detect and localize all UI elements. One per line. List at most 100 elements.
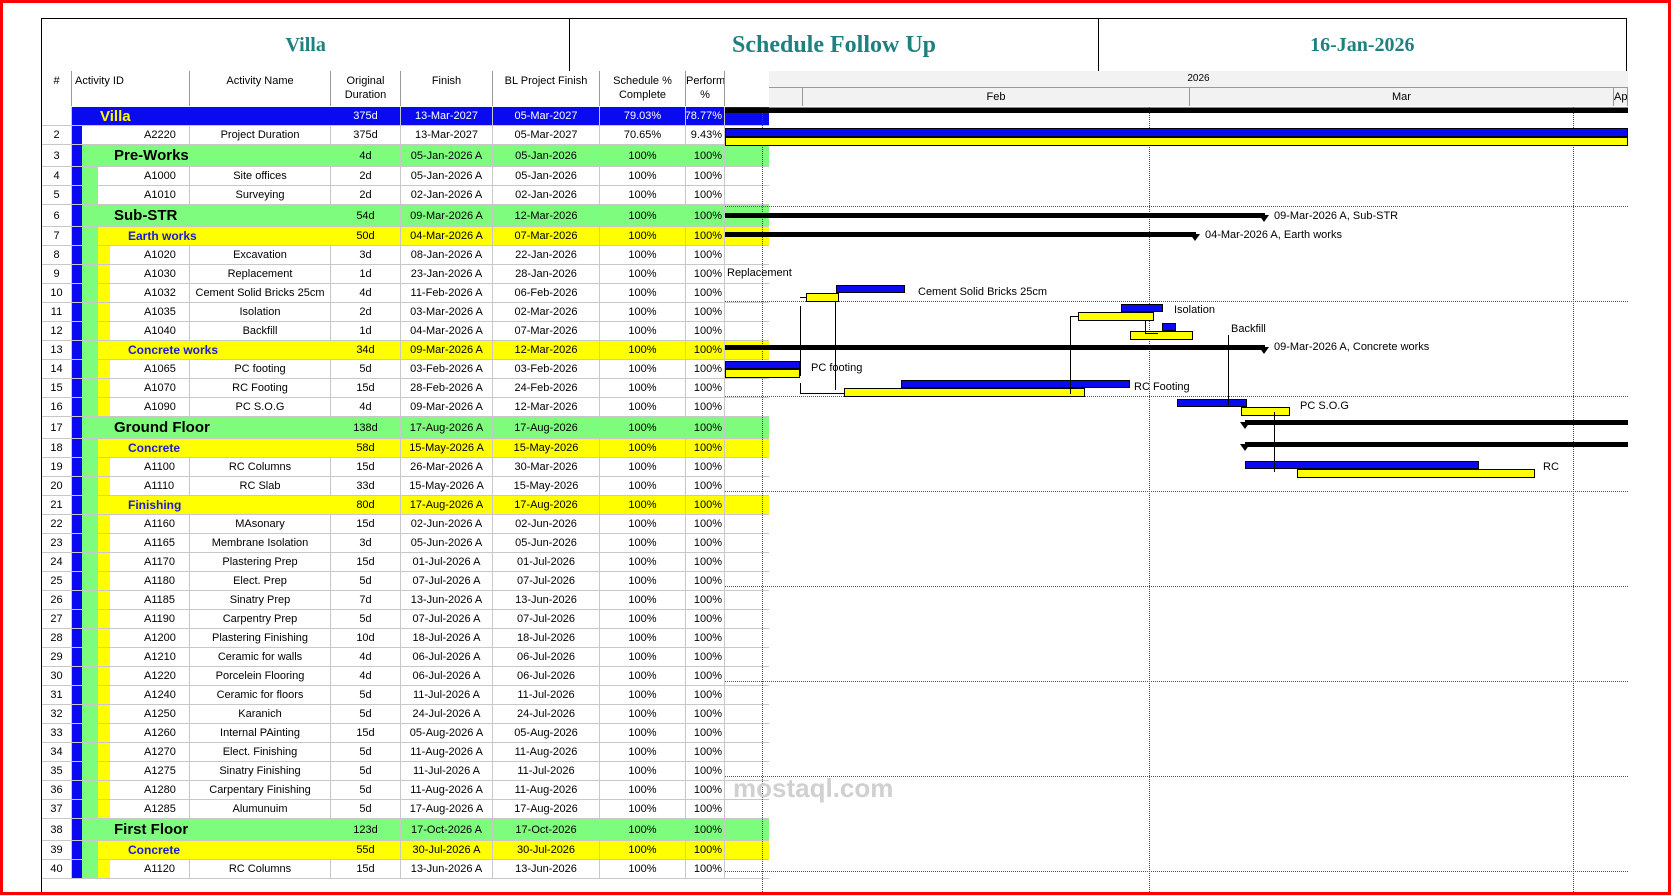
activity-row[interactable]: 33 A1260 Internal PAinting 15d 05-Aug-2026 A… [42, 724, 769, 743]
original-duration: 15d [331, 860, 401, 878]
activity-row[interactable]: 23 A1165 Membrane Isolation 3d 05-Jun-2026 A… [42, 534, 769, 553]
gantt-summary-concrete-works[interactable] [725, 345, 1265, 350]
col-num[interactable]: # [42, 71, 72, 106]
schedule-percent-complete: 100% [600, 781, 686, 799]
activity-row[interactable]: 12 A1040 Backfill 1d 04-Mar-2026 A 07-Mar-202… [42, 322, 769, 341]
gantt-bar-actual-isolation[interactable] [1121, 304, 1163, 312]
schedule-percent-complete: 100% [600, 819, 686, 840]
col-activity-name[interactable]: Activity Name [190, 71, 331, 106]
schedule-percent-complete: 100% [600, 303, 686, 321]
col-performance[interactable]: Performance % [686, 71, 725, 106]
activity-row[interactable]: 19 A1100 RC Columns 15d 26-Mar-2026 A 30-Mar-… [42, 458, 769, 477]
wbs-row[interactable]: 21 Finishing 80d 17-Aug-2026 A 17-Aug-2026 10… [42, 496, 769, 515]
activity-row[interactable]: 29 A1210 Ceramic for walls 4d 06-Jul-2026 A0… [42, 648, 769, 667]
col-bl-finish[interactable]: BL Project Finish [493, 71, 600, 106]
original-duration: 80d [331, 496, 401, 514]
gantt-bar-baseline-project-duration[interactable] [725, 137, 1628, 146]
gantt-summary-end-marker [1259, 347, 1269, 354]
performance-percent: 100% [686, 629, 725, 647]
activity-name: Excavation [190, 246, 331, 264]
activity-id: A1200 [72, 629, 190, 647]
gantt-bar-baseline-pc-sog[interactable] [1241, 407, 1290, 416]
wbs-row[interactable]: 13 Concrete works 34d 09-Mar-2026 A 12-Mar-2… [42, 341, 769, 360]
activity-row[interactable]: 28 A1200 Plastering Finishing 10d 18-Jul-202… [42, 629, 769, 648]
bl-project-finish: 07-Jul-2026 [493, 572, 600, 590]
wbs-row[interactable]: 38 First Floor 123d 17-Oct-2026 A 17-Oct-202… [42, 819, 769, 841]
col-finish[interactable]: Finish [401, 71, 493, 106]
gantt-bar-actual-project-duration[interactable] [725, 128, 1628, 137]
gantt-bar-actual-pc-sog[interactable] [1177, 399, 1247, 407]
wbs-row[interactable]: 1 Villa 375d 13-Mar-2027 05-Mar-2027 79.03% 78… [42, 107, 769, 126]
activity-row[interactable]: 30 A1220 Porcelein Flooring 4d 06-Jul-2026 A… [42, 667, 769, 686]
schedule-percent-complete: 100% [600, 515, 686, 533]
activity-row[interactable]: 34 A1270 Elect. Finishing 5d 11-Aug-2026 A 11… [42, 743, 769, 762]
activity-row[interactable]: 9 A1030 Replacement 1d 23-Jan-2026 A 28-Jan-2… [42, 265, 769, 284]
finish-date: 13-Mar-2027 [401, 126, 493, 144]
wbs-indent-strip [72, 205, 82, 226]
gantt-bar-baseline-rc-slab[interactable] [1297, 469, 1535, 478]
gantt-bar-actual-rc-footing[interactable] [901, 380, 1130, 388]
gantt-summary-earth-works[interactable] [725, 232, 1196, 237]
original-duration: 15d [331, 515, 401, 533]
gantt-bar-baseline-isolation[interactable] [1078, 312, 1154, 321]
col-original-duration[interactable]: Original Duration [331, 71, 401, 106]
activity-name: PC footing [190, 360, 331, 378]
col-schedule-complete[interactable]: Schedule % Complete [600, 71, 686, 106]
activity-id: A1275 [72, 762, 190, 780]
activity-row[interactable]: 35 A1275 Sinatry Finishing 5d 11-Jul-2026 A1… [42, 762, 769, 781]
finish-date: 05-Aug-2026 A [401, 724, 493, 742]
gantt-bar-baseline-cement-bricks[interactable] [806, 293, 839, 302]
activity-row[interactable]: 26 A1185 Sinatry Prep 7d 13-Jun-2026 A 13-Jun… [42, 591, 769, 610]
gantt-summary-ground-floor[interactable] [1245, 420, 1628, 425]
schedule-percent-complete: 100% [600, 572, 686, 590]
activity-row[interactable]: 24 A1170 Plastering Prep 15d 01-Jul-2026 A 01… [42, 553, 769, 572]
gantt-bar-actual-rc-columns[interactable] [1245, 461, 1479, 469]
activity-row[interactable]: 2 A2220 Project Duration 375d 13-Mar-2027 05-… [42, 126, 769, 145]
gantt-bar-actual-pc-footing[interactable] [725, 361, 800, 369]
wbs-row[interactable]: 3 Pre-Works 4d 05-Jan-2026 A 05-Jan-2026 100%… [42, 145, 769, 167]
activity-row[interactable]: 16 A1090 PC S.O.G 4d 09-Mar-2026 A 12-Mar-202… [42, 398, 769, 417]
gantt-bar-actual-cement-bricks[interactable] [836, 285, 905, 293]
activity-row[interactable]: 11 A1035 Isolation 2d 03-Mar-2026 A 02-Mar-20… [42, 303, 769, 322]
performance-percent: 100% [686, 167, 725, 185]
schedule-percent-complete: 100% [600, 705, 686, 723]
activity-row[interactable]: 36 A1280 Carpentary Finishing 5d 11-Aug-2026… [42, 781, 769, 800]
activity-row[interactable]: 4 A1000 Site offices 2d 05-Jan-2026 A 05-Jan-… [42, 167, 769, 186]
wbs-row[interactable]: 6 Sub-STR 54d 09-Mar-2026 A 12-Mar-2026 100% 1… [42, 205, 769, 227]
activity-row[interactable]: 15 A1070 RC Footing 15d 28-Feb-2026 A 24-Feb-… [42, 379, 769, 398]
finish-date: 28-Feb-2026 A [401, 379, 493, 397]
gantt-bar-baseline-pc-footing[interactable] [725, 369, 800, 378]
activity-row[interactable]: 14 A1065 PC footing 5d 03-Feb-2026 A 03-Feb-2… [42, 360, 769, 379]
activity-row[interactable]: 22 A1160 MAsonary 15d 02-Jun-2026 A 02-Jun-20… [42, 515, 769, 534]
schedule-percent-complete: 100% [600, 591, 686, 609]
finish-date: 05-Jan-2026 A [401, 167, 493, 185]
activity-row[interactable]: 31 A1240 Ceramic for floors 5d 11-Jul-2026 A… [42, 686, 769, 705]
performance-percent: 100% [686, 762, 725, 780]
activity-row[interactable]: 32 A1250 Karanich 5d 24-Jul-2026 A 24-Jul-202… [42, 705, 769, 724]
activity-row[interactable]: 37 A1285 Alumunuim 5d 17-Aug-2026 A 17-Aug-20… [42, 800, 769, 819]
wbs-row[interactable]: 18 Concrete 58d 15-May-2026 A 15-May-2026 100… [42, 439, 769, 458]
activity-row[interactable]: 5 A1010 Surveying 2d 02-Jan-2026 A 02-Jan-202… [42, 186, 769, 205]
gantt-link [800, 297, 806, 298]
gantt-bar-baseline-backfill[interactable] [1130, 331, 1193, 340]
bl-project-finish: 28-Jan-2026 [493, 265, 600, 283]
activity-row[interactable]: 20 A1110 RC Slab 33d 15-May-2026 A 15-May-202… [42, 477, 769, 496]
col-activity-id[interactable]: Activity ID [72, 71, 190, 106]
wbs-row[interactable]: 17 Ground Floor 138d 17-Aug-2026 A 17-Aug-20… [42, 417, 769, 439]
row-number: 30 [42, 667, 72, 685]
wbs-row[interactable]: 39 Concrete 55d 30-Jul-2026 A 30-Jul-2026 100… [42, 841, 769, 860]
gantt-summary-villa[interactable] [725, 108, 1628, 113]
bl-project-finish: 05-Jun-2026 [493, 534, 600, 552]
wbs-row[interactable]: 7 Earth works 50d 04-Mar-2026 A 07-Mar-2026 1… [42, 227, 769, 246]
gantt-label-sub-str: 09-Mar-2026 A, Sub-STR [1274, 210, 1399, 222]
activity-row[interactable]: 10 A1032 Cement Solid Bricks 25cm 4d 11-Feb-… [42, 284, 769, 303]
activity-row[interactable]: 8 A1020 Excavation 3d 08-Jan-2026 A 22-Jan-20… [42, 246, 769, 265]
gantt-bar-actual-backfill[interactable] [1162, 323, 1176, 331]
activity-row[interactable]: 25 A1180 Elect. Prep 5d 07-Jul-2026 A 07-Jul-… [42, 572, 769, 591]
activity-row[interactable]: 27 A1190 Carpentry Prep 5d 07-Jul-2026 A 07-J… [42, 610, 769, 629]
gantt-summary-sub-str[interactable] [725, 213, 1265, 218]
activity-row[interactable]: 40 A1120 RC Columns 15d 13-Jun-2026 A 13-Jun-… [42, 860, 769, 879]
schedule-percent-complete: 100% [600, 186, 686, 204]
gantt-bar-baseline-rc-footing[interactable] [844, 388, 1085, 397]
gantt-summary-gf-concrete[interactable] [1245, 442, 1628, 447]
